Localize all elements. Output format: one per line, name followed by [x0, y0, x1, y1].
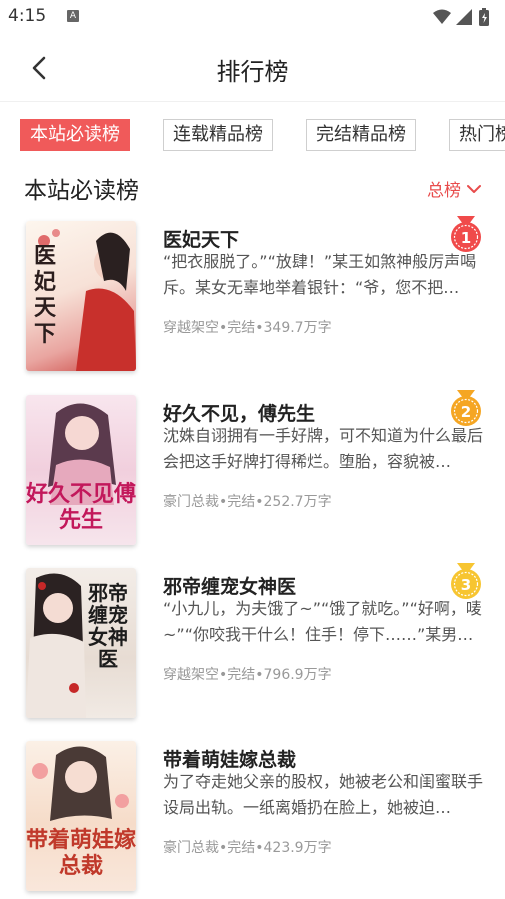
- cover-title-text: 医妃天下: [34, 243, 57, 347]
- rank-medal-icon: 2: [451, 390, 481, 426]
- chevron-down-icon: [467, 184, 481, 193]
- rank-number: 3: [461, 576, 471, 594]
- cover-title-text: 邪帝缠宠女神医: [88, 581, 128, 671]
- tab-must-read[interactable]: 本站必读榜: [20, 119, 130, 151]
- book-cover[interactable]: 医妃天下: [26, 221, 136, 371]
- ranking-tabs: 本站必读榜 连载精品榜 完结精品榜 热门榜: [0, 119, 505, 153]
- tab-popular[interactable]: 热门榜: [449, 119, 505, 151]
- signal-icon: [456, 9, 472, 25]
- accessibility-icon: A: [67, 10, 79, 22]
- page-title: 排行榜: [216, 58, 289, 86]
- book-item[interactable]: 带着萌娃嫁总裁 带着萌娃嫁总裁 为了夺走她父亲的股权，她被老公和闺蜜联手设局出轨…: [0, 741, 505, 899]
- rank-medal-icon: 3: [451, 563, 481, 599]
- book-cover[interactable]: 好久不见傅先生: [26, 395, 136, 545]
- battery-icon: [479, 8, 489, 26]
- book-item[interactable]: 医妃天下 医妃天下 “把衣服脱了。”“放肆！”某王如煞神般厉声喝斥。某女无辜地举…: [0, 216, 505, 381]
- book-meta: 穿越架空•完结•349.7万字: [163, 320, 332, 336]
- book-meta: 豪门总裁•完结•252.7万字: [163, 494, 332, 510]
- rank-medal-icon: 1: [451, 216, 481, 252]
- tab-finished-boutique[interactable]: 完结精品榜: [306, 119, 416, 151]
- book-title[interactable]: 医妃天下: [163, 225, 239, 252]
- sort-label: 总榜: [427, 181, 461, 201]
- book-description: “把衣服脱了。”“放肆！”某王如煞神般厉声喝斥。某女无辜地举着银针：“爷，您不把…: [163, 252, 477, 297]
- status-time: 4:15: [8, 6, 47, 26]
- cover-title-text: 带着萌娃嫁总裁: [26, 827, 136, 879]
- book-meta: 豪门总裁•完结•423.9万字: [163, 840, 332, 856]
- rank-number: 1: [461, 229, 471, 247]
- book-title[interactable]: 好久不见，傅先生: [163, 399, 315, 426]
- book-title[interactable]: 带着萌娃嫁总裁: [163, 745, 296, 772]
- book-item[interactable]: 邪帝缠宠女神医 邪帝缠宠女神医 “小九儿，为夫饿了~”“饿了就吃。”“好啊，唛~…: [0, 563, 505, 728]
- section-title: 本站必读榜: [24, 178, 139, 204]
- book-title[interactable]: 邪帝缠宠女神医: [163, 572, 296, 599]
- book-description: 为了夺走她父亲的股权，她被老公和闺蜜联手设局出轨。一纸离婚扔在脸上，她被迫…: [163, 772, 484, 817]
- sort-dropdown[interactable]: 总榜: [427, 176, 481, 201]
- book-item[interactable]: 好久不见傅先生 好久不见，傅先生 沈姝自诩拥有一手好牌，可不知道为什么最后会把这…: [0, 390, 505, 555]
- nav-bar: 排行榜: [0, 34, 505, 102]
- rank-number: 2: [461, 403, 471, 421]
- status-icons: [433, 8, 489, 26]
- cover-title-text: 好久不见傅先生: [26, 481, 136, 533]
- book-cover[interactable]: 带着萌娃嫁总裁: [26, 741, 136, 891]
- book-description: “小九儿，为夫饿了~”“饿了就吃。”“好啊，唛~”“你咬我干什么！住手！停下………: [163, 599, 482, 644]
- book-description: 沈姝自诩拥有一手好牌，可不知道为什么最后会把这手好牌打得稀烂。堕胎，容貌被…: [163, 426, 484, 471]
- book-cover[interactable]: 邪帝缠宠女神医: [26, 568, 136, 718]
- book-meta: 穿越架空•完结•796.9万字: [163, 667, 332, 683]
- status-bar: 4:15 A: [0, 0, 505, 34]
- wifi-icon: [433, 9, 451, 24]
- tab-serial-boutique[interactable]: 连载精品榜: [163, 119, 273, 151]
